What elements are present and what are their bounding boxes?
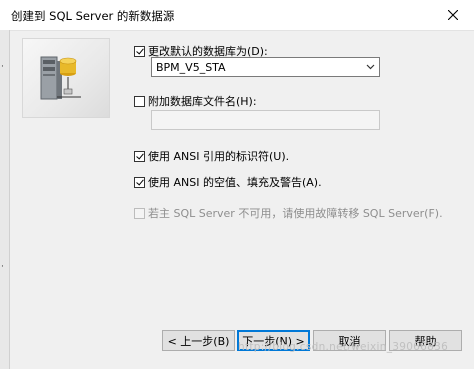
database-select-value: BPM_V5_STA [156, 61, 226, 74]
ansi-nulls-checkbox[interactable] [134, 176, 145, 188]
ansi-quoted-row[interactable]: 使用 ANSI 引用的标识符(U). [134, 148, 289, 164]
attach-db-path-input [151, 110, 380, 130]
database-select[interactable]: BPM_V5_STA [151, 57, 380, 77]
close-icon [448, 10, 458, 20]
change-default-db-checkbox[interactable] [134, 45, 145, 57]
watermark-text: http://blog.csdn.net/weixin_39066836 [238, 341, 449, 353]
edge-mark: · [1, 62, 4, 72]
edge-mark: · [1, 262, 4, 272]
background-window-edge: · · [0, 30, 10, 369]
attach-db-label: 附加数据库文件名(H): [148, 95, 257, 108]
ansi-nulls-label: 使用 ANSI 的空值、填充及警告(A). [148, 176, 322, 189]
window-title: 创建到 SQL Server 的新数据源 [11, 9, 175, 23]
failover-label: 若主 SQL Server 不可用，请使用故障转移 SQL Server(F). [148, 207, 443, 220]
chevron-down-icon [366, 64, 375, 70]
ansi-nulls-row[interactable]: 使用 ANSI 的空值、填充及警告(A). [134, 174, 322, 190]
failover-checkbox [134, 207, 145, 219]
failover-row: 若主 SQL Server 不可用，请使用故障转移 SQL Server(F). [134, 205, 443, 221]
title-bar: 创建到 SQL Server 的新数据源 [0, 0, 474, 31]
wizard-illustration [22, 38, 110, 118]
attach-db-row[interactable]: 附加数据库文件名(H): [134, 93, 257, 109]
database-server-icon [40, 56, 81, 100]
attach-db-checkbox[interactable] [134, 95, 145, 107]
ansi-quoted-label: 使用 ANSI 引用的标识符(U). [148, 150, 290, 163]
ansi-quoted-checkbox[interactable] [134, 150, 145, 162]
back-button[interactable]: < 上一步(B) [162, 330, 235, 351]
close-button[interactable] [440, 2, 466, 28]
